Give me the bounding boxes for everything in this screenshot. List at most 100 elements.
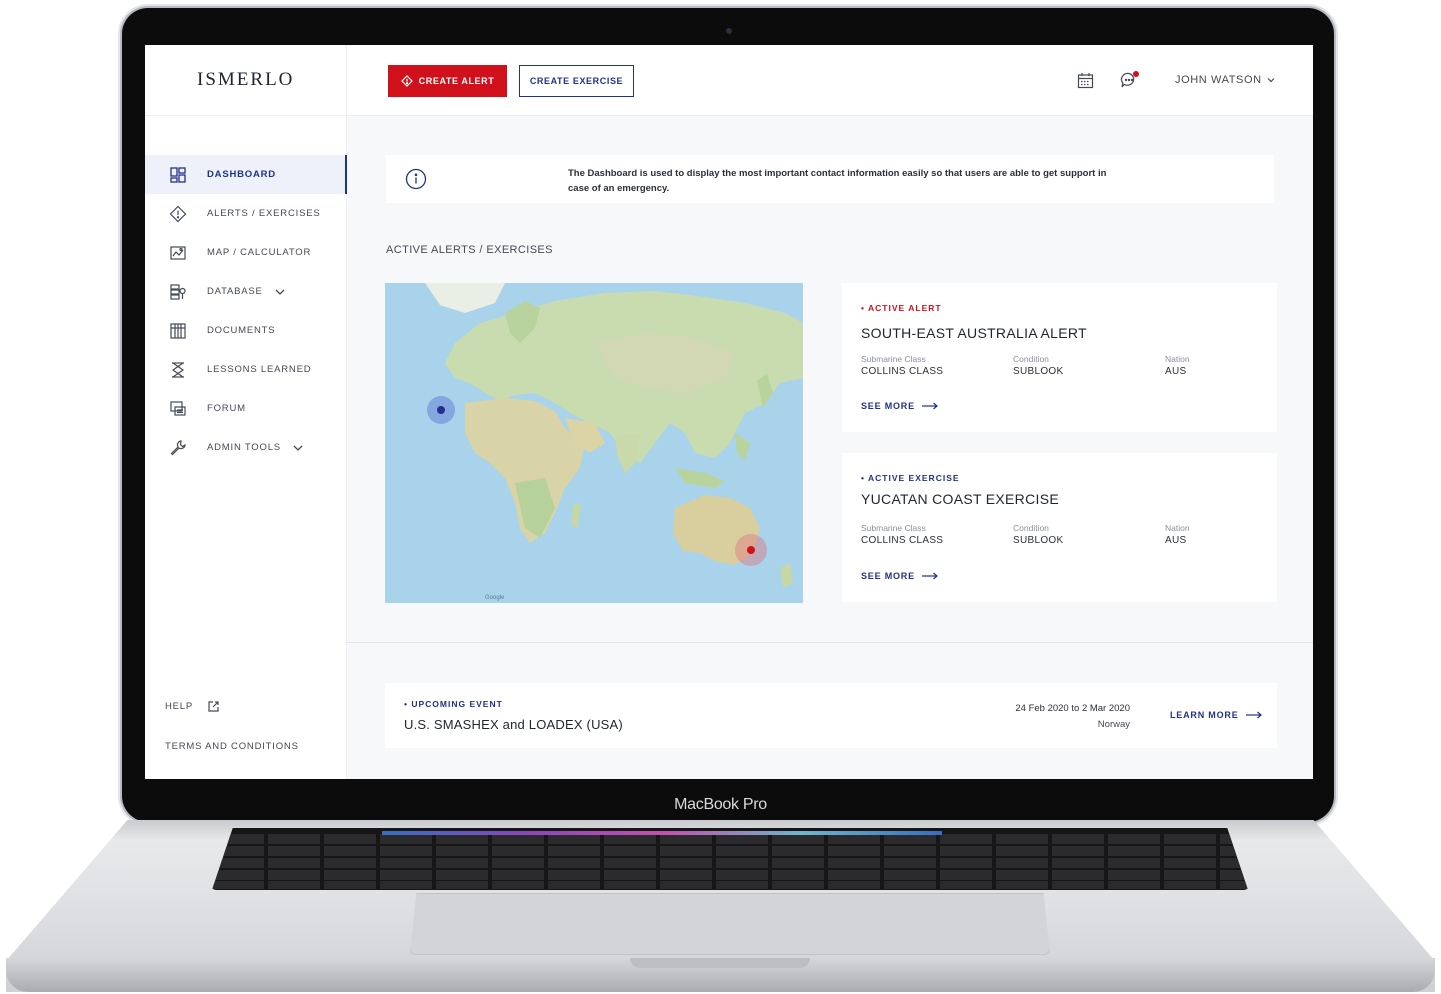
sidebar-item-lessons-learned[interactable]: LESSONS LEARNED [145, 350, 347, 389]
sidebar-item-label: ALERTS / EXERCISES [207, 208, 321, 219]
trackpad [410, 893, 1050, 955]
see-more-label: SEE MORE [861, 571, 915, 581]
chevron-down-icon [275, 289, 285, 295]
sidebar-item-label: ADMIN TOOLS [207, 442, 281, 453]
map-icon [169, 244, 187, 262]
active-alert-card: • ACTIVE ALERT SOUTH-EAST AUSTRALIA ALER… [842, 283, 1277, 432]
forum-icon [169, 400, 187, 418]
help-label: HELP [165, 701, 194, 712]
field-value: AUS [1165, 535, 1187, 546]
create-exercise-button[interactable]: CREATE EXERCISE [519, 65, 634, 97]
user-menu[interactable]: JOHN WATSON [1175, 74, 1275, 86]
info-icon [405, 168, 427, 190]
card-title: YUCATAN COAST EXERCISE [861, 491, 1059, 507]
app-logo[interactable]: ISMERLO [197, 69, 294, 91]
section-divider [347, 642, 1313, 643]
sidebar-item-alerts-exercises[interactable]: ALERTS / EXERCISES [145, 194, 347, 233]
field-value: AUS [1165, 366, 1187, 377]
documents-icon [169, 322, 187, 340]
divider [145, 115, 347, 116]
terms-link[interactable]: TERMS AND CONDITIONS [165, 741, 299, 752]
field-value: SUBLOOK [1013, 366, 1064, 377]
dashboard-icon [169, 166, 187, 184]
section-title: ACTIVE ALERTS / EXERCISES [386, 244, 553, 256]
field-label: Nation [1165, 523, 1190, 533]
laptop-notch [630, 958, 810, 968]
sidebar: ISMERLO DASHBOARD ALERTS / EXERCISES MAP… [145, 45, 347, 779]
field-value: COLLINS CLASS [861, 366, 944, 377]
world-map[interactable]: Google [385, 283, 803, 603]
field-submarine-class: Submarine Class COLLINS CLASS [861, 354, 943, 377]
chevron-down-icon [293, 445, 303, 451]
field-label: Condition [1013, 523, 1049, 533]
card-title: SOUTH-EAST AUSTRALIA ALERT [861, 325, 1087, 341]
create-alert-label: CREATE ALERT [418, 76, 495, 86]
create-alert-button[interactable]: CREATE ALERT [388, 65, 507, 97]
event-title: U.S. SMASHEX and LOADEX (USA) [404, 717, 623, 732]
event-date-separator: to [1071, 703, 1080, 714]
field-label: Condition [1013, 354, 1049, 364]
camera-dot [726, 28, 732, 34]
alert-marker[interactable] [747, 546, 755, 554]
database-icon [169, 283, 187, 301]
wrench-icon [169, 439, 187, 457]
info-banner: The Dashboard is used to display the mos… [386, 155, 1274, 203]
field-condition: Condition SUBLOOK [1013, 523, 1063, 546]
map-attribution: Google [485, 595, 505, 601]
sidebar-item-label: LESSONS LEARNED [207, 364, 312, 375]
event-start-date: 24 Feb 2020 [1015, 703, 1069, 714]
see-more-link[interactable]: SEE MORE [861, 401, 938, 411]
card-tag: • ACTIVE EXERCISE [861, 473, 960, 483]
field-submarine-class: Submarine Class COLLINS CLASS [861, 523, 943, 546]
event-end-date: 2 Mar 2020 [1081, 703, 1130, 714]
key-row [212, 834, 1248, 844]
sidebar-item-label: DASHBOARD [207, 169, 276, 180]
see-more-label: SEE MORE [861, 401, 915, 411]
field-label: Nation [1165, 354, 1190, 364]
learn-more-label: LEARN MORE [1170, 710, 1239, 720]
field-label: Submarine Class [861, 523, 926, 533]
upcoming-event-card: • UPCOMING EVENT U.S. SMASHEX and LOADEX… [385, 683, 1277, 748]
sidebar-nav: DASHBOARD ALERTS / EXERCISES MAP / CALCU… [145, 155, 347, 467]
event-location: Norway [1097, 719, 1130, 730]
exercise-marker[interactable] [437, 406, 445, 414]
screen: ISMERLO DASHBOARD ALERTS / EXERCISES MAP… [145, 45, 1313, 779]
alert-diamond-icon [400, 75, 413, 87]
key-row [212, 858, 1248, 868]
sidebar-item-label: DOCUMENTS [207, 325, 276, 336]
event-tag: • UPCOMING EVENT [404, 699, 503, 709]
device-label: MacBook Pro [674, 796, 767, 813]
arrow-right-icon [921, 572, 938, 580]
sidebar-item-map-calculator[interactable]: MAP / CALCULATOR [145, 233, 347, 272]
sidebar-item-documents[interactable]: DOCUMENTS [145, 311, 347, 350]
field-value: SUBLOOK [1013, 535, 1064, 546]
see-more-link[interactable]: SEE MORE [861, 571, 938, 581]
touch-bar [382, 831, 942, 835]
notification-dot [1133, 71, 1139, 77]
key-row [212, 870, 1248, 880]
field-nation: Nation AUS [1165, 354, 1190, 377]
arrow-right-icon [921, 402, 938, 410]
field-condition: Condition SUBLOOK [1013, 354, 1063, 377]
sidebar-item-dashboard[interactable]: DASHBOARD [145, 155, 347, 194]
top-header: CREATE ALERT CREATE EXERCISE JOHN WATSON [347, 45, 1313, 116]
sidebar-item-label: MAP / CALCULATOR [207, 247, 312, 258]
map-graphic: Google [385, 283, 803, 603]
lessons-icon [169, 361, 187, 379]
info-text: The Dashboard is used to display the mos… [568, 168, 1107, 194]
alert-diamond-icon [169, 205, 187, 223]
field-label: Submarine Class [861, 354, 926, 364]
calendar-icon[interactable] [1077, 72, 1094, 89]
sidebar-item-forum[interactable]: FORUM [145, 389, 347, 428]
card-tag: • ACTIVE ALERT [861, 303, 942, 313]
field-nation: Nation AUS [1165, 523, 1190, 546]
sidebar-item-database[interactable]: DATABASE [145, 272, 347, 311]
chevron-down-icon [1267, 78, 1275, 83]
key-row [212, 846, 1248, 856]
sidebar-item-label: DATABASE [207, 286, 263, 297]
help-link[interactable]: HELP [165, 700, 220, 713]
learn-more-link[interactable]: LEARN MORE [1170, 710, 1262, 720]
sidebar-item-admin-tools[interactable]: ADMIN TOOLS [145, 428, 347, 467]
user-name: JOHN WATSON [1175, 74, 1262, 86]
key-row [212, 881, 1248, 889]
